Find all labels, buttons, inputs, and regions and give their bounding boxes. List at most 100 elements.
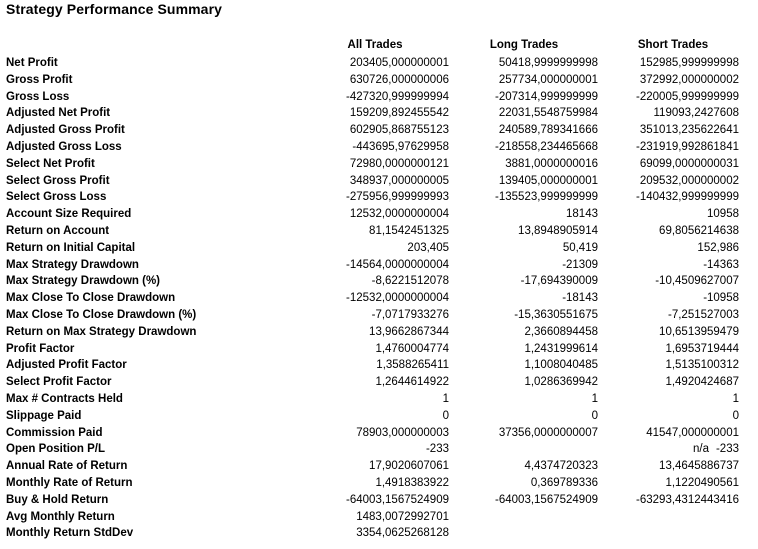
table-row: Adjusted Profit Factor 1,3588265411 1,1008…: [0, 357, 752, 374]
all-trades-value: -8,6221512078: [371, 275, 449, 288]
short-trades-value: 0: [732, 409, 739, 422]
long-trades-value: -17,694390009: [520, 275, 598, 288]
short-trades-value: 372992,000000002: [639, 73, 739, 86]
short-trades-value: 41547,000000001: [646, 426, 739, 439]
long-trades-value: 1,0286369942: [524, 376, 598, 389]
table-row: Return on Initial Capital 203,405 50,419 15…: [0, 240, 752, 257]
table-row: Max Strategy Drawdown -14564,0000000004 -2…: [0, 257, 752, 274]
performance-summary-table: All Trades Long Trades Short Trades Net …: [0, 35, 752, 542]
short-trades-value: [600, 525, 752, 542]
long-trades-value: -135523,999999999: [495, 191, 598, 204]
table-row: Account Size Required 12532,0000000004 181…: [0, 206, 752, 223]
metric-label: Max Close To Close Drawdown (%): [6, 308, 197, 321]
metric-label: Monthly Rate of Return: [6, 476, 133, 489]
metric-label: Account Size Required: [6, 208, 132, 221]
table-row: Adjusted Gross Profit 602905,868755123 240…: [0, 122, 752, 139]
column-header-all-trades: All Trades: [347, 39, 403, 51]
table-row: Monthly Rate of Return 1,4918383922 0,3697…: [0, 475, 752, 492]
table-row: Select Net Profit 72980,0000000121 3881,00…: [0, 156, 752, 173]
table-header: All Trades Long Trades Short Trades: [0, 35, 752, 55]
table-row: Gross Loss -427320,999999994 -207314,99999…: [0, 89, 752, 106]
long-trades-value: [452, 441, 600, 458]
metric-label: Max # Contracts Held: [6, 392, 123, 405]
long-trades-value: 139405,000000001: [498, 174, 598, 187]
table-row: Select Gross Loss -275956,999999993 -13552…: [0, 189, 752, 206]
long-trades-value: 37356,0000000007: [498, 426, 598, 439]
all-trades-value: -275956,999999993: [346, 191, 449, 204]
short-trades-value: -140432,999999999: [636, 191, 739, 204]
all-trades-value: 1,3588265411: [376, 359, 449, 372]
metric-label: Return on Account: [6, 224, 110, 237]
metric-label: Net Profit: [6, 57, 58, 69]
all-trades-value: 602905,868755123: [349, 124, 449, 137]
table-row: Max Close To Close Drawdown (%) -7,071793…: [0, 307, 752, 324]
long-trades-value: 50,419: [562, 241, 598, 254]
metric-label: Return on Max Strategy Drawdown: [6, 325, 197, 338]
metric-label: Gross Profit: [6, 73, 73, 86]
page-title: Strategy Performance Summary: [6, 1, 222, 17]
all-trades-value: 81,1542451325: [369, 224, 449, 237]
table-body: Net Profit 203405,000000001 50418,99999999…: [0, 55, 752, 542]
short-trades-value: 10958: [707, 208, 739, 221]
metric-label: Select Net Profit: [6, 157, 95, 170]
short-trades-value: 69,8056214638: [659, 224, 739, 237]
table-row: Return on Account 81,1542451325 13,8948905…: [0, 223, 752, 240]
short-trades-value: 1,4920424687: [665, 376, 739, 389]
metric-label: Commission Paid: [6, 426, 103, 439]
all-trades-value: 12532,0000000004: [349, 208, 449, 221]
all-trades-value: -443695,97629958: [352, 140, 449, 153]
long-trades-value: -218558,234465668: [495, 140, 598, 153]
column-header-metric: [0, 35, 300, 55]
table-row: Max Strategy Drawdown (%) -8,6221512078 -1…: [0, 273, 752, 290]
short-trades-value: -220005,999999999: [636, 90, 739, 103]
short-trades-value: -10958: [703, 292, 739, 305]
all-trades-value: -14564,0000000004: [346, 258, 449, 271]
metric-label: Gross Loss: [6, 90, 70, 103]
short-trades-value: 119093,2427608: [653, 107, 740, 120]
all-trades-value: 1483,0072992701: [356, 510, 449, 523]
metric-label: Select Gross Loss: [6, 191, 107, 204]
long-trades-value: 1,2431999614: [524, 342, 598, 355]
all-trades-value: 203,405: [407, 241, 449, 254]
column-header-long-trades: Long Trades: [489, 39, 559, 51]
table-header-row: All Trades Long Trades Short Trades: [0, 35, 752, 55]
short-trades-value: 209532,000000002: [639, 174, 739, 187]
short-trades-value: 10,6513959479: [659, 325, 739, 338]
all-trades-value: 203405,000000001: [349, 57, 449, 69]
long-trades-value: [452, 509, 600, 526]
short-trades-value: -63293,4312443416: [636, 493, 739, 506]
long-trades-value: 0: [591, 409, 598, 422]
all-trades-value: 17,9020607061: [369, 460, 449, 473]
short-trades-value: 69099,0000000031: [639, 157, 739, 170]
all-trades-value: -64003,1567524909: [346, 493, 449, 506]
metric-label: Max Strategy Drawdown: [6, 258, 139, 271]
metric-label: Max Strategy Drawdown (%): [6, 275, 160, 288]
short-trades-value: 351013,235622641: [639, 124, 739, 137]
metric-label: Annual Rate of Return: [6, 460, 128, 473]
short-trades-value: -7,251527003: [668, 308, 739, 321]
metric-label: Adjusted Gross Profit: [6, 124, 125, 137]
long-trades-value: [452, 525, 600, 542]
short-trades-value: 1,5135100312: [665, 359, 739, 372]
all-trades-value: 1,4760004774: [375, 342, 449, 355]
long-trades-value: 3881,0000000016: [505, 157, 598, 170]
table-row: Slippage Paid 0 0 0: [0, 408, 752, 425]
table-row: Adjusted Gross Loss -443695,97629958 -2185…: [0, 139, 752, 156]
metric-label: Avg Monthly Return: [6, 510, 115, 523]
table-row: Open Position P/L -233 n/a -233: [0, 441, 752, 458]
all-trades-value: -7,0717933276: [371, 308, 449, 321]
metric-label: Monthly Return StdDev: [6, 527, 134, 540]
all-trades-value: 630726,000000006: [349, 73, 449, 86]
all-trades-value: 78903,000000003: [356, 426, 449, 439]
long-trades-value: -15,3630551675: [514, 308, 598, 321]
long-trades-value: -21309: [562, 258, 598, 271]
metric-label: Select Gross Profit: [6, 174, 110, 187]
long-trades-value: -64003,1567524909: [495, 493, 598, 506]
table-row: Return on Max Strategy Drawdown 13,966286…: [0, 324, 752, 341]
table-row: Monthly Return StdDev 3354,0625268128: [0, 525, 752, 542]
short-trades-value: [600, 509, 752, 526]
metric-label: Slippage Paid: [6, 409, 82, 422]
table-row: Avg Monthly Return 1483,0072992701: [0, 509, 752, 526]
all-trades-value: -233 n/a: [300, 441, 709, 458]
short-trades-value: 152985,999999998: [639, 57, 739, 69]
